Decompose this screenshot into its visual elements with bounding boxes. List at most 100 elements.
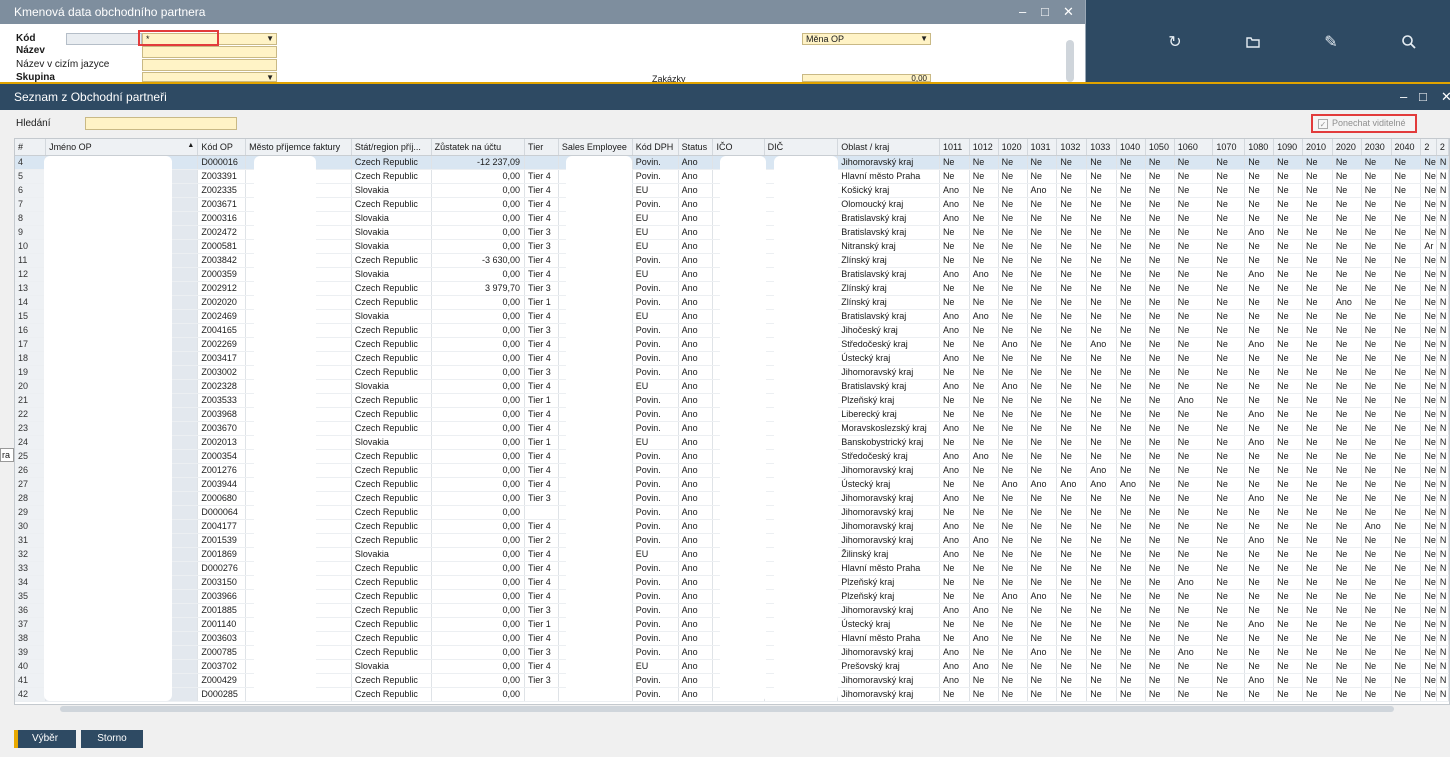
column-header[interactable]: 1060 [1174, 139, 1214, 156]
column-header[interactable]: 1080 [1244, 139, 1275, 156]
close-icon[interactable]: ✕ [1063, 0, 1074, 24]
pencil-icon[interactable]: ✎ [1322, 34, 1340, 52]
cell-flag: Ne [1302, 323, 1333, 338]
cell-flag: Ne [1174, 561, 1214, 576]
cell-bp-code: Z002020 [197, 295, 247, 310]
folder-icon[interactable] [1244, 34, 1262, 52]
row-number: 39 [15, 645, 47, 660]
cell-bp-code: Z002013 [197, 435, 247, 450]
bp-window-scrollbar[interactable] [1066, 40, 1074, 82]
cell-flag: Ne [1056, 687, 1088, 702]
cell-flag: Ne [1212, 645, 1246, 660]
column-header[interactable]: 2040 [1391, 139, 1422, 156]
cell-balance: 0,00 [431, 197, 526, 212]
column-header[interactable]: 1040 [1116, 139, 1146, 156]
minimize-icon[interactable]: – [1019, 0, 1026, 24]
cell-flag: Ne [1302, 477, 1333, 492]
nazev-field[interactable] [142, 46, 277, 58]
cell-flag: Ne [998, 673, 1028, 688]
cell-flag: Ne [1116, 407, 1146, 422]
cell-flag: Ne [1420, 589, 1437, 604]
cell-flag: Ano [1244, 407, 1275, 422]
column-header[interactable]: 1033 [1086, 139, 1118, 156]
column-header[interactable]: Město příjemce faktury [245, 139, 352, 156]
cell-flag: Ne [1086, 211, 1118, 226]
cell-bp-code: Z003702 [197, 659, 247, 674]
column-header[interactable]: 1090 [1273, 139, 1303, 156]
search-icon[interactable] [1400, 34, 1418, 52]
cell-flag: Ne [1056, 505, 1088, 520]
column-header[interactable]: Stát/region příj... [351, 139, 432, 156]
column-header[interactable]: Sales Employee [558, 139, 633, 156]
column-header[interactable]: Jméno OP ▲ [45, 139, 199, 156]
cell-flag: Ne [939, 435, 970, 450]
cell-flag: Ne [1302, 533, 1333, 548]
cell-flag: Ne [1332, 533, 1362, 548]
column-header[interactable]: Status [678, 139, 714, 156]
cell-flag: Ano [939, 197, 970, 212]
column-header[interactable]: 1012 [969, 139, 999, 156]
column-header[interactable]: Kód DPH [632, 139, 679, 156]
cell-balance: 0,00 [431, 211, 526, 226]
cell-flag: Ne [1302, 225, 1333, 240]
column-header[interactable]: DIČ [764, 139, 839, 156]
nazev-cizi-field[interactable] [142, 59, 277, 71]
cell-flag: Ne [1145, 505, 1175, 520]
cell-status: Ano [678, 183, 714, 198]
column-header[interactable]: 1020 [998, 139, 1028, 156]
cell-flag: Ne [1174, 267, 1214, 282]
refresh-icon[interactable]: ↻ [1166, 34, 1184, 52]
column-header[interactable]: 1070 [1212, 139, 1246, 156]
sort-ascending-icon[interactable]: ▲ [187, 142, 194, 149]
cell-status: Ano [678, 673, 714, 688]
cell-region: Moravskoslezský kraj [837, 421, 940, 436]
column-header[interactable]: 2 [1420, 139, 1437, 156]
column-header[interactable]: Kód OP [197, 139, 247, 156]
cell-region: Jihomoravský kraj [837, 645, 940, 660]
column-header[interactable]: 2 [1436, 139, 1449, 156]
cell-flag: Ne [1056, 617, 1088, 632]
cell-flag: Ano [1027, 589, 1058, 604]
cancel-button[interactable]: Storno [81, 730, 143, 748]
cell-flag: N [1436, 687, 1449, 702]
close-icon[interactable]: ✕ [1441, 84, 1450, 110]
horizontal-scrollbar[interactable] [60, 706, 1394, 712]
column-header[interactable]: Tier [524, 139, 559, 156]
cell-flag: Ano [1027, 477, 1058, 492]
cell-flag: Ne [1244, 155, 1275, 170]
column-header[interactable]: Oblast / kraj [837, 139, 940, 156]
column-header[interactable]: 2020 [1332, 139, 1362, 156]
cell-flag: Ne [1361, 351, 1392, 366]
search-input[interactable] [85, 117, 237, 130]
cell-flag: Ne [1273, 589, 1303, 604]
skupina-field[interactable]: ▼ [142, 72, 277, 82]
maximize-icon[interactable]: □ [1041, 0, 1049, 24]
cell-flag: Ne [1027, 211, 1058, 226]
mena-field[interactable]: Měna OP ▼ [802, 33, 931, 45]
cell-flag: Ne [1027, 295, 1058, 310]
chevron-down-icon[interactable]: ▼ [920, 34, 928, 44]
column-header[interactable]: IČO [712, 139, 765, 156]
cell-flag: N [1436, 379, 1449, 394]
cell-flag: Ne [998, 281, 1028, 296]
cell-tier [524, 505, 559, 520]
select-button[interactable]: Výběr [14, 730, 76, 748]
cell-flag: Ne [1056, 225, 1088, 240]
column-header[interactable]: # [15, 139, 47, 156]
column-header[interactable]: 2030 [1361, 139, 1392, 156]
maximize-icon[interactable]: □ [1419, 84, 1427, 110]
column-header[interactable]: 1031 [1027, 139, 1058, 156]
column-header[interactable]: Zůstatek na účtu [431, 139, 526, 156]
cell-flag: Ne [1420, 561, 1437, 576]
column-header[interactable]: 1050 [1145, 139, 1175, 156]
minimize-icon[interactable]: – [1400, 84, 1407, 110]
kod-series-field[interactable] [66, 33, 142, 45]
cell-flag: Ne [1174, 421, 1214, 436]
column-header[interactable]: 2010 [1302, 139, 1333, 156]
column-header[interactable]: 1011 [939, 139, 970, 156]
cell-flag: N [1436, 407, 1449, 422]
keep-visible-toggle[interactable]: ✓ Ponechat viditelné [1311, 114, 1417, 133]
chevron-down-icon[interactable]: ▼ [266, 34, 274, 44]
column-header[interactable]: 1032 [1056, 139, 1088, 156]
keep-visible-checkbox[interactable]: ✓ [1318, 119, 1328, 129]
